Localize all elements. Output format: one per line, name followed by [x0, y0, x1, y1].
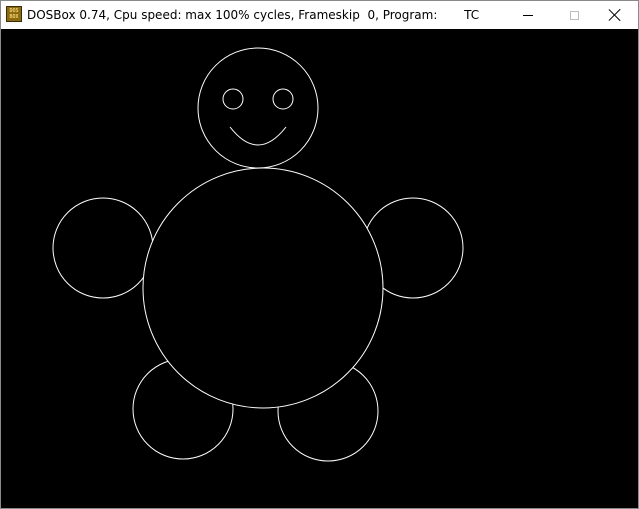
smile-arc: [229, 126, 287, 146]
left-eye-circle: [222, 88, 244, 110]
body-circle: [142, 167, 384, 409]
left-arm-circle: [52, 197, 154, 299]
maximize-icon: [569, 10, 579, 20]
dosbox-icon[interactable]: DOS BOX: [6, 6, 22, 22]
minimize-icon: [523, 14, 533, 16]
maximize-button[interactable]: [551, 1, 597, 29]
dos-screen[interactable]: [1, 29, 638, 508]
title-bar[interactable]: DOS BOX DOSBox 0.74, Cpu speed: max 100% …: [1, 1, 638, 30]
close-icon: [609, 9, 621, 21]
snowman-drawing: [52, 47, 464, 462]
window-title: DOSBox 0.74, Cpu speed: max 100% cycles,…: [27, 8, 480, 22]
right-eye-circle: [272, 88, 294, 110]
dosbox-window: DOS BOX DOSBox 0.74, Cpu speed: max 100% …: [0, 0, 639, 509]
head-circle: [197, 47, 319, 169]
close-button[interactable]: [592, 1, 638, 29]
minimize-button[interactable]: [505, 1, 551, 29]
